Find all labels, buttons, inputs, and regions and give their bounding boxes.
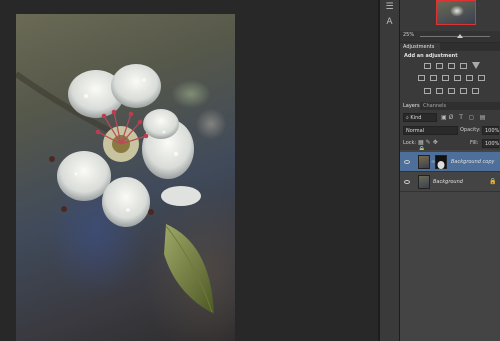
fill-label: Fill: [470, 140, 479, 146]
tab-adjustments[interactable]: Adjustments [400, 43, 440, 51]
eye-icon[interactable] [404, 160, 410, 164]
hue-saturation-icon[interactable] [418, 75, 425, 81]
threshold-icon[interactable] [448, 88, 455, 94]
levels-icon[interactable] [436, 63, 443, 69]
opacity-label: Opacity: [460, 127, 481, 133]
selective-color-icon[interactable] [472, 88, 479, 94]
kind-label: Kind [410, 115, 422, 121]
mask-shape [437, 161, 445, 169]
lock-icon: 🔒 [489, 178, 497, 185]
color-balance-icon[interactable] [430, 75, 437, 81]
zoom-slider-handle[interactable] [457, 34, 463, 38]
channel-mixer-icon[interactable] [466, 75, 473, 81]
layer-name[interactable]: Background [433, 179, 463, 185]
character-panel-icon[interactable]: A [383, 17, 396, 28]
blend-mode-value: Normal [406, 128, 425, 134]
adjustments-title: Add an adjustment [404, 53, 458, 59]
posterize-icon[interactable] [436, 88, 443, 94]
zoom-slider[interactable] [420, 36, 490, 37]
blossom-photo [16, 64, 214, 314]
brightness-contrast-icon[interactable] [424, 63, 431, 69]
tab-layers[interactable]: Layers [400, 102, 420, 110]
history-panel-icon[interactable]: ☰ [383, 2, 396, 13]
layer-thumbnail[interactable] [418, 155, 430, 169]
magnifier-icon: ⌕ [406, 115, 409, 121]
link-icon: ∞ [431, 159, 436, 165]
opacity-field[interactable]: 100% [482, 126, 499, 135]
eye-icon[interactable] [404, 180, 410, 184]
black-white-icon[interactable] [442, 75, 449, 81]
blend-mode-select[interactable]: Normal [403, 126, 458, 135]
photo-filter-icon[interactable] [454, 75, 461, 81]
exposure-icon[interactable] [460, 63, 467, 69]
layer-name[interactable]: Background copy [451, 159, 494, 165]
color-lookup-icon[interactable] [478, 75, 485, 81]
navigator-thumbnail[interactable] [436, 0, 476, 25]
navigator-zoom-row [400, 31, 500, 43]
layer-filter-icons[interactable]: ▣Ø T ◻ ▤ [441, 114, 497, 121]
zoom-level[interactable]: 25% [403, 32, 414, 38]
lock-icons[interactable]: ▦✎✥🔒 [418, 139, 448, 153]
collapsed-panel-strip [380, 0, 400, 341]
fill-field[interactable]: 100% [482, 139, 499, 148]
vibrance-icon[interactable] [472, 62, 480, 69]
tab-channels[interactable]: Channels [423, 102, 446, 110]
lock-label: Lock: [403, 140, 417, 146]
gradient-map-icon[interactable] [460, 88, 467, 94]
layer-thumbnail[interactable] [418, 175, 430, 189]
curves-icon[interactable] [448, 63, 455, 69]
layer-mask-thumbnail[interactable] [435, 155, 447, 169]
invert-icon[interactable] [424, 88, 431, 94]
document-image[interactable] [16, 14, 235, 341]
layer-filter-kind-select[interactable]: ⌕ Kind [403, 113, 437, 122]
